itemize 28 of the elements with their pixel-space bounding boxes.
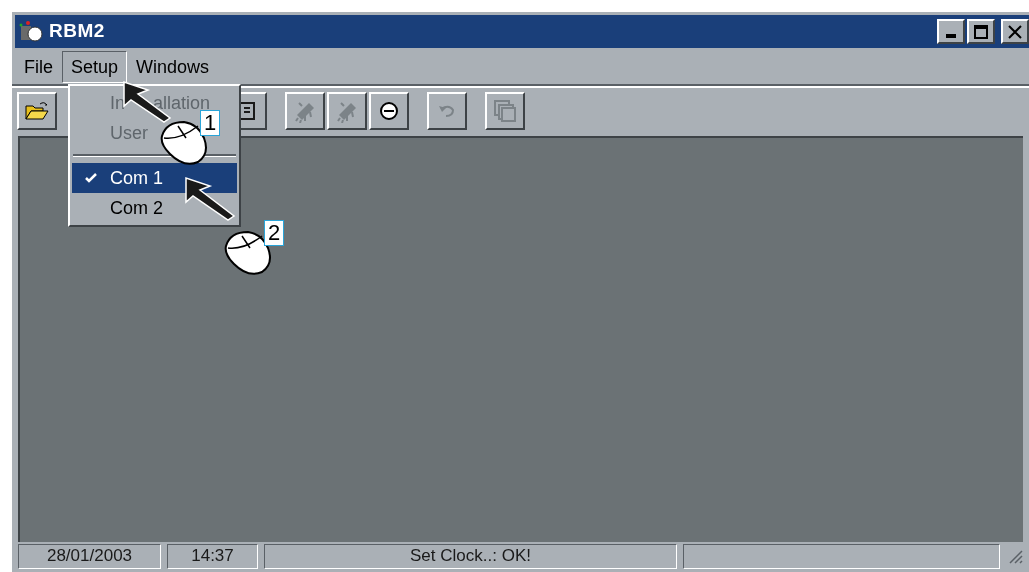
menu-item[interactable]: Setup: [62, 51, 128, 83]
toolbar-button[interactable]: [327, 92, 367, 130]
maximize-icon: [974, 24, 988, 39]
menu-option[interactable]: Com 2: [110, 194, 163, 222]
folder-icon: [25, 101, 49, 121]
resize-grip-icon: [1007, 548, 1023, 564]
minimize-icon: [946, 34, 956, 38]
toolbar-button[interactable]: [485, 92, 525, 130]
close-button[interactable]: [1001, 19, 1029, 44]
callout-number: 2: [264, 220, 285, 246]
clock-icon: [378, 100, 400, 122]
minimize-button[interactable]: [937, 19, 965, 44]
menu-item[interactable]: File: [15, 51, 62, 83]
toolbar-button[interactable]: [285, 92, 325, 130]
toolbar-button[interactable]: [17, 92, 57, 130]
status-panel: 14:37: [167, 543, 258, 569]
window-title: RBM2: [49, 19, 105, 44]
close-icon: [1008, 24, 1022, 39]
toolbar-button[interactable]: [427, 92, 467, 130]
app-icon: [19, 19, 45, 44]
status-panel: 28/01/2003: [18, 543, 161, 569]
status-panel: Set Clock..: OK!: [264, 543, 677, 569]
callout-number: 1: [200, 110, 221, 136]
menu-option[interactable]: Com 1: [72, 163, 237, 193]
maximize-button[interactable]: [967, 19, 995, 44]
menu-option-label: Com 1: [110, 166, 163, 190]
toolbar-button[interactable]: [369, 92, 409, 130]
menu-item[interactable]: Windows: [127, 51, 219, 83]
